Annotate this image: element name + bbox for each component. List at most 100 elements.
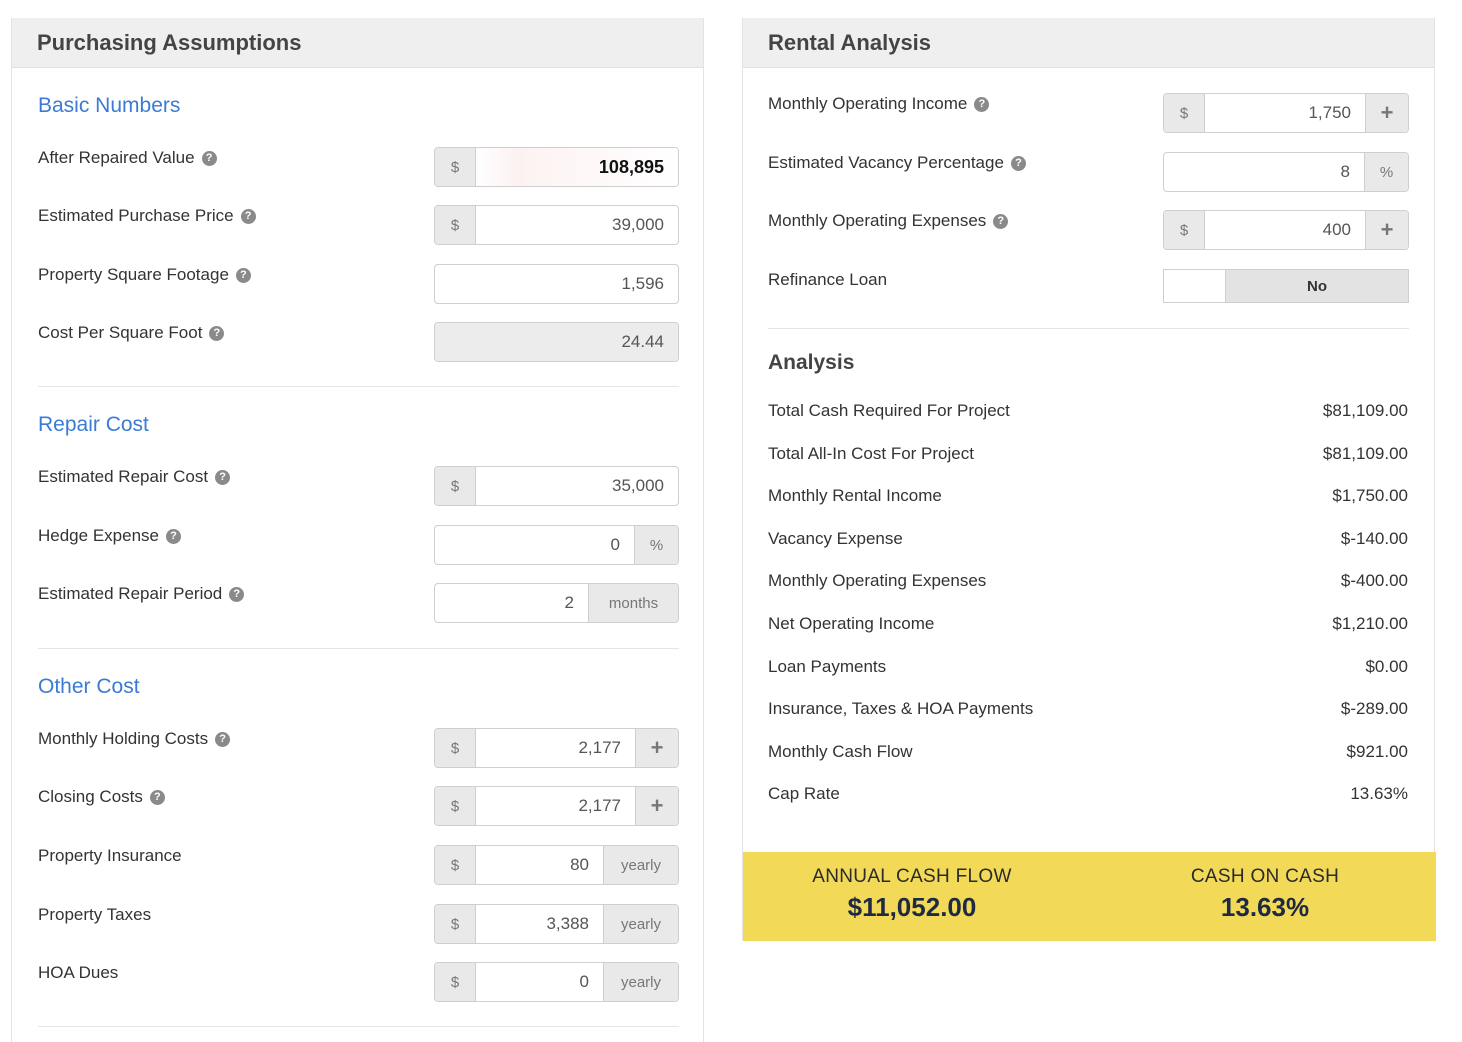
property-taxes-input[interactable]: 3,388 — [476, 905, 603, 943]
estimated-repair-period-label: Estimated Repair Period ? — [38, 584, 245, 604]
analysis-row-value: 13.63% — [1350, 784, 1408, 803]
property-insurance-field[interactable]: $ 80 yearly — [434, 845, 679, 885]
section-title-repair-cost: Repair Cost — [38, 413, 149, 436]
hedge-expense-input[interactable]: 0 — [435, 526, 634, 564]
divider — [38, 386, 679, 387]
dollar-addon: $ — [1164, 211, 1205, 249]
cash-on-cash-value: 13.63% — [1220, 892, 1310, 922]
refinance-loan-toggle[interactable]: No — [1163, 269, 1409, 303]
section-title-other-cost: Other Cost — [38, 675, 140, 698]
analysis-title: Analysis — [768, 351, 855, 374]
monthly-holding-costs-field[interactable]: $ 2,177 + — [434, 728, 679, 768]
closing-costs-input[interactable]: 2,177 — [476, 787, 635, 825]
plus-icon[interactable]: + — [1365, 211, 1408, 249]
dollar-addon: $ — [435, 148, 476, 186]
help-icon[interactable]: ? — [235, 267, 251, 283]
property-square-footage-input[interactable]: 1,596 — [435, 265, 678, 303]
help-icon[interactable]: ? — [209, 325, 225, 341]
closing-costs-label: Closing Costs ? — [38, 787, 165, 807]
monthly-holding-costs-input[interactable]: 2,177 — [476, 729, 635, 767]
analysis-row-label: Monthly Rental Income — [768, 486, 942, 505]
estimated-repair-period-input[interactable]: 2 — [435, 584, 588, 622]
estimated-vacancy-percentage-label: Estimated Vacancy Percentage ? — [768, 153, 1026, 173]
toggle-no-side[interactable]: No — [1226, 270, 1408, 302]
help-icon[interactable]: ? — [993, 213, 1009, 229]
property-taxes-label: Property Taxes — [38, 905, 152, 924]
help-icon[interactable]: ? — [1010, 155, 1026, 171]
dollar-addon: $ — [435, 467, 476, 505]
cash-on-cash-label: CASH ON CASH — [1190, 866, 1340, 887]
analysis-row-label: Vacancy Expense — [768, 529, 903, 548]
help-icon[interactable]: ? — [215, 469, 231, 485]
hoa-dues-input[interactable]: 0 — [476, 963, 603, 1001]
analysis-row-label: Total Cash Required For Project — [768, 401, 1010, 420]
analysis-row-label: Cap Rate — [768, 784, 840, 803]
estimated-repair-cost-field[interactable]: $ 35,000 — [434, 466, 679, 506]
monthly-operating-expenses-input[interactable]: 400 — [1205, 211, 1365, 249]
dollar-addon: $ — [435, 729, 476, 767]
monthly-holding-costs-label: Monthly Holding Costs ? — [38, 729, 231, 749]
yearly-addon: yearly — [603, 905, 678, 943]
analysis-row-value: $-140.00 — [1340, 529, 1408, 548]
divider — [768, 328, 1409, 329]
cost-per-square-foot-value: 24.44 — [435, 323, 678, 361]
property-taxes-field[interactable]: $ 3,388 yearly — [434, 904, 679, 944]
monthly-operating-expenses-field[interactable]: $ 400 + — [1163, 210, 1409, 250]
help-icon[interactable]: ? — [229, 586, 245, 602]
help-icon[interactable]: ? — [215, 731, 231, 747]
estimated-repair-period-field[interactable]: 2 months — [434, 583, 679, 623]
refinance-loan-label: Refinance Loan — [768, 270, 888, 289]
toggle-yes-side[interactable] — [1164, 270, 1226, 302]
divider — [38, 1026, 679, 1027]
yearly-addon: yearly — [603, 846, 678, 884]
monthly-operating-income-field[interactable]: $ 1,750 + — [1163, 93, 1409, 133]
estimated-vacancy-percentage-input[interactable]: 8 — [1164, 153, 1364, 191]
dollar-addon: $ — [435, 206, 476, 244]
plus-icon[interactable]: + — [635, 729, 678, 767]
property-insurance-input[interactable]: 80 — [476, 846, 603, 884]
months-addon: months — [588, 584, 678, 622]
analysis-row-value: $1,210.00 — [1332, 614, 1408, 633]
dollar-addon: $ — [435, 787, 476, 825]
cost-per-square-foot-field: 24.44 — [434, 322, 679, 362]
after-repaired-value-field[interactable]: $ 108,895 — [434, 147, 679, 187]
estimated-vacancy-percentage-field[interactable]: 8 % — [1163, 152, 1409, 192]
hoa-dues-field[interactable]: $ 0 yearly — [434, 962, 679, 1002]
property-square-footage-label: Property Square Footage ? — [38, 265, 251, 285]
analysis-row-label: Net Operating Income — [768, 614, 935, 633]
panel-header: Rental Analysis — [743, 18, 1434, 68]
monthly-operating-income-input[interactable]: 1,750 — [1205, 94, 1365, 132]
dollar-addon: $ — [435, 905, 476, 943]
after-repaired-value-input[interactable]: 108,895 — [476, 148, 678, 186]
estimated-repair-cost-input[interactable]: 35,000 — [476, 467, 678, 505]
closing-costs-field[interactable]: $ 2,177 + — [434, 786, 679, 826]
panel-title: Purchasing Assumptions — [37, 30, 302, 55]
help-icon[interactable]: ? — [974, 96, 990, 112]
help-icon[interactable]: ? — [149, 789, 165, 805]
cost-per-square-foot-label: Cost Per Square Foot ? — [38, 323, 225, 343]
estimated-purchase-price-input[interactable]: 39,000 — [476, 206, 678, 244]
plus-icon[interactable]: + — [635, 787, 678, 825]
hedge-expense-field[interactable]: 0 % — [434, 525, 679, 565]
help-icon[interactable]: ? — [201, 150, 217, 166]
property-insurance-label: Property Insurance — [38, 846, 182, 865]
monthly-operating-income-label: Monthly Operating Income ? — [768, 94, 990, 114]
property-square-footage-field[interactable]: 1,596 — [434, 264, 679, 304]
analysis-row-label: Total All-In Cost For Project — [768, 444, 974, 463]
panel-title: Rental Analysis — [768, 30, 932, 55]
analysis-row-value: $921.00 — [1346, 742, 1408, 761]
after-repaired-value-label: After Repaired Value ? — [38, 148, 217, 168]
plus-icon[interactable]: + — [1365, 94, 1408, 132]
analysis-row-value: $1,750.00 — [1332, 486, 1408, 505]
cash-on-cash: CASH ON CASH 13.63% — [1115, 866, 1415, 923]
section-title-basic-numbers: Basic Numbers — [38, 94, 181, 117]
analysis-row-value: $-289.00 — [1340, 699, 1408, 718]
hoa-dues-label: HOA Dues — [38, 963, 119, 982]
help-icon[interactable]: ? — [240, 208, 256, 224]
estimated-purchase-price-field[interactable]: $ 39,000 — [434, 205, 679, 245]
monthly-operating-expenses-label: Monthly Operating Expenses ? — [768, 211, 1009, 231]
analysis-row-value: $-400.00 — [1340, 571, 1408, 590]
rental-analysis-panel: Rental Analysis Monthly Operating Income… — [742, 18, 1436, 941]
help-icon[interactable]: ? — [165, 528, 181, 544]
analysis-row-label: Monthly Operating Expenses — [768, 571, 987, 590]
